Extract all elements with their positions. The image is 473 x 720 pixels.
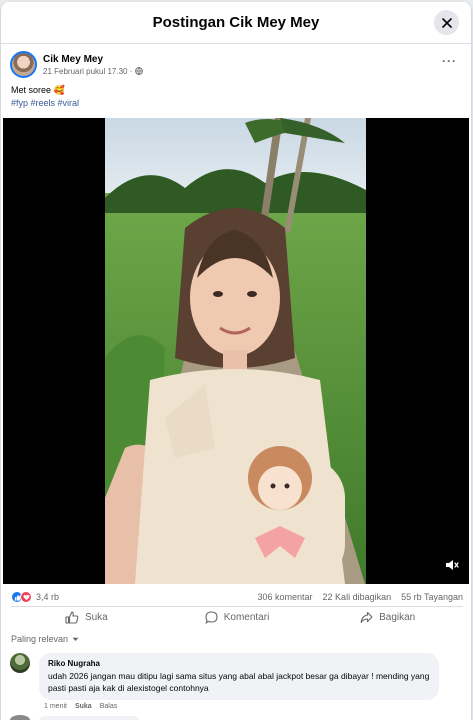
volume-mute-icon bbox=[446, 560, 459, 570]
comment-reply-button[interactable]: Balas bbox=[100, 703, 118, 710]
volume-button[interactable] bbox=[445, 558, 459, 576]
comment-sort-dropdown[interactable]: Paling relevan bbox=[11, 634, 79, 644]
video-still bbox=[105, 118, 366, 584]
share-label: Bagikan bbox=[379, 612, 416, 623]
chevron-down-icon bbox=[72, 637, 79, 641]
comment-actions: 1 menit Suka Balas bbox=[44, 703, 117, 710]
like-label: Suka bbox=[84, 612, 108, 623]
comment-time[interactable]: 1 menit bbox=[44, 703, 67, 710]
close-icon bbox=[441, 17, 452, 28]
comment-icon bbox=[205, 611, 218, 624]
share-button[interactable]: Bagikan bbox=[312, 607, 463, 628]
like-button[interactable]: Suka bbox=[11, 607, 162, 628]
more-options-button[interactable]: ··· bbox=[442, 54, 457, 68]
post-stats: 3,4 rb 306 komentar 22 Kali dibagikan 55… bbox=[11, 589, 463, 605]
post-author: Cik Mey Mey 21 Februari pukul 17.30 · bbox=[10, 51, 144, 78]
reaction-summary[interactable]: 3,4 rb bbox=[11, 591, 59, 603]
comment-button[interactable]: Komentari bbox=[162, 607, 313, 628]
comment-like-button[interactable]: Suka bbox=[75, 703, 92, 710]
author-avatar[interactable] bbox=[10, 51, 37, 78]
more-icon: ··· bbox=[442, 54, 457, 68]
love-reaction-icon bbox=[20, 591, 32, 603]
globe-icon bbox=[135, 67, 144, 75]
hashtags[interactable]: #fyp #reels #viral bbox=[11, 98, 79, 108]
commenter-name[interactable]: Riko Nugraha bbox=[48, 659, 430, 668]
next-commenter-avatar[interactable] bbox=[10, 715, 30, 720]
reaction-count: 3,4 rb bbox=[36, 592, 60, 602]
author-name[interactable]: Cik Mey Mey bbox=[43, 54, 143, 65]
sort-label: Paling relevan bbox=[11, 634, 69, 644]
share-icon bbox=[360, 611, 373, 624]
comment-item: Riko Nugraha udah 2026 jangan mau ditipu… bbox=[10, 653, 439, 700]
dialog-title: Postingan Cik Mey Mey bbox=[152, 14, 320, 31]
share-count[interactable]: 22 Kali dibagikan bbox=[323, 592, 392, 602]
post-timestamp[interactable]: 21 Februari pukul 17.30 · bbox=[43, 67, 132, 76]
caption-text: Met soree 🥰 bbox=[11, 85, 65, 95]
post-dialog: Postingan Cik Mey Mey Cik Mey Mey 21 Feb… bbox=[1, 2, 471, 720]
comment-label: Komentari bbox=[223, 612, 270, 623]
post-actions: Suka Komentari Bagikan bbox=[11, 606, 463, 628]
close-button[interactable] bbox=[434, 10, 459, 35]
view-count: 55 rb Tayangan bbox=[401, 592, 463, 602]
video-player[interactable] bbox=[3, 118, 469, 584]
next-comment-bubble bbox=[39, 716, 139, 720]
dialog-header: Postingan Cik Mey Mey bbox=[1, 2, 471, 44]
like-icon bbox=[65, 611, 79, 624]
comment-text: udah 2026 jangan mau ditipu lagi sama si… bbox=[48, 671, 430, 693]
video-frame[interactable] bbox=[105, 118, 366, 584]
post-caption: Met soree 🥰 #fyp #reels #viral bbox=[11, 84, 79, 110]
comment-count[interactable]: 306 komentar bbox=[258, 592, 313, 602]
commenter-avatar[interactable] bbox=[10, 653, 30, 673]
comment-bubble: Riko Nugraha udah 2026 jangan mau ditipu… bbox=[39, 653, 439, 700]
